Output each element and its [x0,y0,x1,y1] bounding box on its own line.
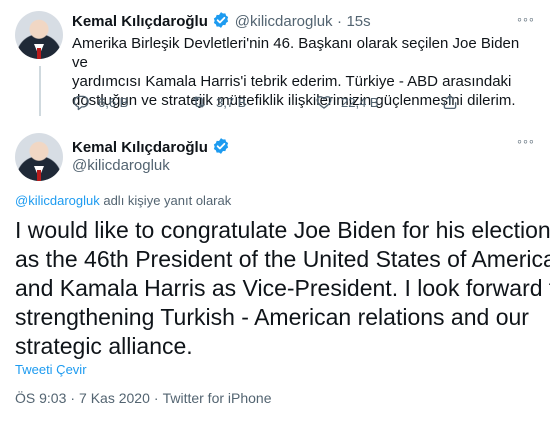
thread-connector-line [39,66,41,116]
meta-separator: · [70,390,76,406]
reply-count: 6,6 B [98,94,129,110]
like-count: 22,4 B [341,94,379,110]
tweet1-action-bar: 6,6 B 3,7 B 22,4 B [72,93,542,113]
tweet-text-line: strategic alliance. [15,333,193,359]
tweet-text-line: I would like to congratulate Joe Biden f… [15,217,550,243]
share-button[interactable] [441,93,459,111]
replying-to-label: @kilicdarogluk adlı kişiye yanıt olarak [15,193,231,208]
tweet-text-line: yardımcısı Kamala Harris'i tebrik ederim… [72,73,512,90]
meta-separator: · [153,390,159,406]
avatar[interactable] [15,11,63,59]
tweet-date[interactable]: 7 Kas 2020 [79,390,150,406]
reply-mention-link[interactable]: @kilicdarogluk [15,193,100,208]
author-name[interactable]: Kemal Kılıçdaroğlu [72,139,208,156]
tweet-text-line: Amerika Birleşik Devletleri'nin 46. Başk… [72,35,520,71]
author-handle[interactable]: @kilicdarogluk [235,13,333,30]
verified-badge-icon [214,138,229,154]
retweet-count: 3,7 B [216,94,247,110]
avatar[interactable] [15,133,63,181]
reply-icon [73,95,89,111]
more-options-icon[interactable]: ◦◦◦ [517,133,535,149]
verified-badge-icon [214,12,229,28]
retweet-icon [193,96,205,108]
tweet-source: Twitter for iPhone [162,390,272,406]
reply-button[interactable]: 6,6 B [72,93,128,111]
share-icon [443,94,457,110]
author-handle[interactable]: @kilicdarogluk [72,157,170,174]
tweet-text-line: as the 46th President of the United Stat… [15,246,550,272]
like-button[interactable]: 22,4 B [315,93,379,111]
tweet-time[interactable]: ÖS 9:03 [15,390,66,406]
heart-icon [316,96,332,109]
reply-suffix: adlı kişiye yanıt olarak [99,193,232,208]
author-name[interactable]: Kemal Kılıçdaroğlu [72,13,208,30]
retweet-button[interactable]: 3,7 B [190,93,246,111]
translate-tweet-link[interactable]: Tweeti Çevir [15,362,87,377]
tweet1-header: Kemal Kılıçdaroğlu @kilicdarogluk · 15s [72,11,371,31]
tweet-metadata: ÖS 9:03 · 7 Kas 2020 · Twitter for iPhone [15,390,272,406]
tweet-text-line: and Kamala Harris as Vice-President. I l… [15,275,550,301]
time-separator: · [337,13,342,30]
tweet-text-line: strengthening Turkish - American relatio… [15,304,529,330]
tweet-time[interactable]: 15s [346,13,370,30]
tweet2-text: I would like to congratulate Joe Biden f… [15,216,550,361]
tweet2-author-row: Kemal Kılıçdaroğlu [72,137,230,157]
more-options-icon[interactable]: ◦◦◦ [517,11,535,27]
